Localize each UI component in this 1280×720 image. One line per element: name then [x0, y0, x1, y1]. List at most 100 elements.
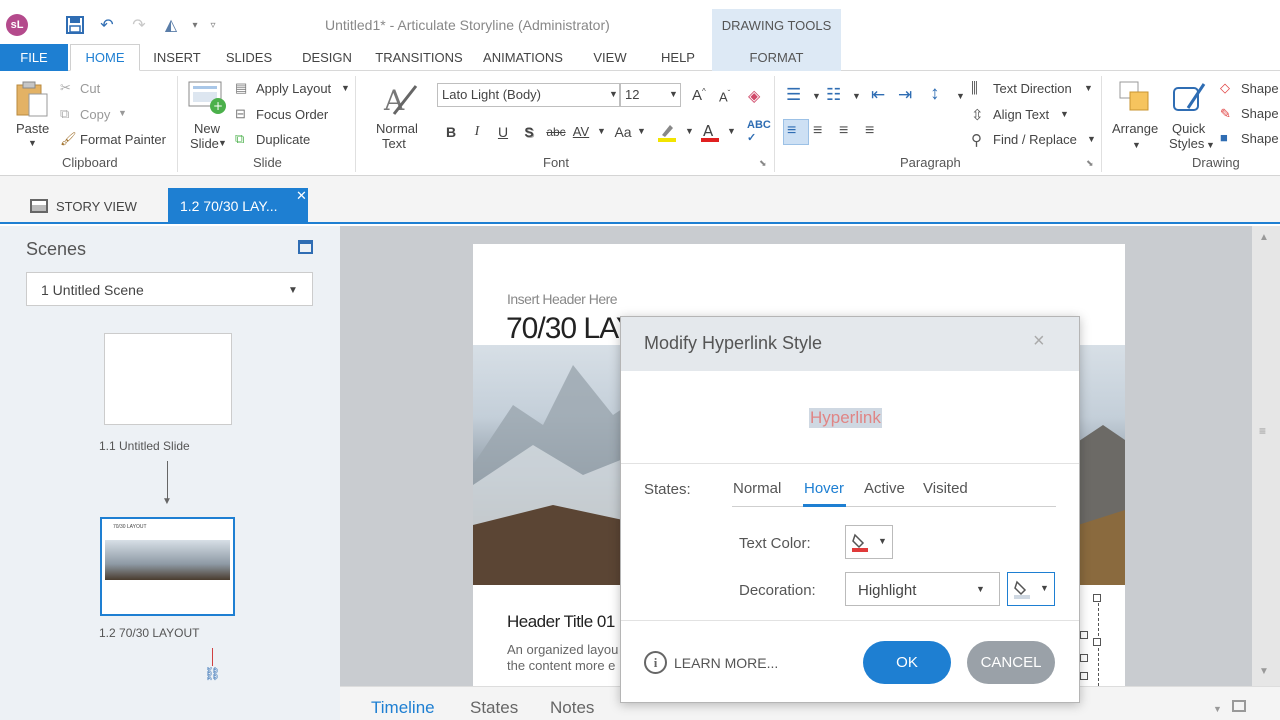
copy-button[interactable]: Copy: [80, 107, 110, 122]
apply-layout-dropdown-icon[interactable]: ▼: [341, 83, 350, 93]
align-right-icon[interactable]: ≡: [839, 122, 848, 140]
highlight-dropdown-icon[interactable]: ▼: [685, 126, 694, 136]
save-icon[interactable]: [64, 14, 86, 36]
decoration-dropdown-icon[interactable]: ▼: [976, 584, 985, 594]
bullets-dropdown-icon[interactable]: ▼: [812, 91, 821, 101]
resize-handle[interactable]: [1080, 631, 1088, 639]
duplicate-button[interactable]: Duplicate: [256, 132, 310, 147]
shape-fill-button[interactable]: Shape: [1241, 81, 1279, 96]
tab-file[interactable]: FILE: [0, 44, 68, 71]
find-replace-button[interactable]: Find / Replace: [993, 132, 1077, 147]
font-color-dropdown-icon[interactable]: ▼: [727, 126, 736, 136]
shape-effects-icon[interactable]: ■: [1220, 130, 1228, 145]
underline-button[interactable]: U: [492, 121, 514, 143]
line-spacing-icon[interactable]: ↕: [930, 83, 940, 105]
resize-handle[interactable]: [1093, 594, 1101, 602]
redo-icon[interactable]: ↷: [128, 14, 150, 36]
case-dropdown-icon[interactable]: ▼: [637, 126, 646, 136]
bold-button[interactable]: B: [440, 121, 462, 143]
ok-button[interactable]: OK: [863, 641, 951, 684]
font-dialog-launcher-icon[interactable]: ⬊: [759, 158, 767, 169]
slide-body-line-2[interactable]: the content more e: [507, 658, 615, 673]
tab-view[interactable]: VIEW: [590, 44, 630, 71]
font-size-dropdown-icon[interactable]: ▼: [669, 89, 678, 99]
increase-indent-icon[interactable]: ⇥: [898, 85, 912, 105]
link-icon[interactable]: ⛓: [204, 666, 221, 682]
font-color-icon[interactable]: A: [699, 121, 721, 143]
close-tab-icon[interactable]: ✕: [296, 188, 307, 204]
align-text-icon[interactable]: ⇳: [971, 106, 984, 124]
strikethrough-button[interactable]: abc: [543, 121, 569, 143]
arrange-icon[interactable]: [1118, 80, 1152, 116]
customize-qat-icon[interactable]: ▿: [202, 14, 224, 36]
quick-styles-icon[interactable]: [1172, 80, 1208, 116]
line-spacing-dropdown-icon[interactable]: ▼: [956, 91, 965, 101]
tab-help[interactable]: HELP: [658, 44, 698, 71]
focus-order-button[interactable]: Focus Order: [256, 107, 328, 122]
quick-styles-label-2[interactable]: Styles: [1169, 136, 1204, 151]
align-center-icon[interactable]: ≡: [813, 122, 822, 140]
copy-dropdown-icon[interactable]: ▼: [118, 108, 127, 118]
slide-thumbnail-2[interactable]: 70/30 LAYOUT: [100, 517, 235, 616]
cut-icon[interactable]: ✂: [60, 80, 71, 96]
state-tab-active[interactable]: Active: [864, 480, 905, 497]
clear-formatting-icon[interactable]: ◈: [748, 86, 760, 106]
scene-select[interactable]: 1 Untitled Scene: [26, 272, 313, 306]
arrange-button[interactable]: Arrange: [1112, 121, 1158, 136]
resize-handle[interactable]: [1093, 638, 1101, 646]
numbering-dropdown-icon[interactable]: ▼: [852, 91, 861, 101]
format-painter-button[interactable]: Format Painter: [80, 132, 166, 147]
shape-outline-icon[interactable]: ✎: [1220, 106, 1231, 122]
focus-order-icon[interactable]: ⊟: [235, 106, 246, 122]
slide-body-line-1[interactable]: An organized layou: [507, 642, 618, 657]
italic-button[interactable]: I: [466, 121, 488, 143]
shape-fill-icon[interactable]: ◇: [1220, 80, 1230, 96]
arrange-dropdown-icon[interactable]: ▼: [1132, 140, 1141, 150]
slide-header-title[interactable]: Header Title 01: [507, 612, 615, 632]
tab-states[interactable]: States: [470, 698, 518, 718]
slide-thumbnail-1[interactable]: [104, 333, 232, 425]
normal-text-label-2[interactable]: Text: [382, 136, 406, 151]
tab-story-view[interactable]: STORY VIEW: [30, 190, 137, 222]
text-direction-icon[interactable]: ⫼: [971, 80, 978, 97]
resize-handle[interactable]: [1080, 654, 1088, 662]
align-text-dropdown-icon[interactable]: ▼: [1060, 109, 1069, 119]
new-slide-label-2[interactable]: Slide: [190, 136, 219, 151]
shape-outline-button[interactable]: Shape: [1241, 106, 1279, 121]
apply-layout-icon[interactable]: ▤: [235, 80, 247, 96]
tab-insert[interactable]: INSERT: [150, 44, 204, 71]
spacing-dropdown-icon[interactable]: ▼: [597, 126, 606, 136]
tab-slides[interactable]: SLIDES: [222, 44, 276, 71]
paste-button[interactable]: Paste: [16, 121, 49, 136]
numbering-icon[interactable]: ☷: [826, 85, 841, 105]
scroll-thumb-icon[interactable]: ≡: [1259, 424, 1266, 438]
font-name-select[interactable]: Lato Light (Body): [437, 83, 620, 107]
format-painter-icon[interactable]: 🖌: [60, 131, 77, 147]
tab-slide-layout[interactable]: 1.2 70/30 LAY...: [168, 188, 308, 224]
new-slide-label[interactable]: New: [194, 121, 220, 136]
scroll-down-icon[interactable]: ▼: [1259, 666, 1269, 677]
new-slide-icon[interactable]: +: [188, 80, 226, 116]
cancel-button[interactable]: CANCEL: [967, 641, 1055, 684]
undo-icon[interactable]: ↶: [96, 14, 118, 36]
vertical-scrollbar[interactable]: [1252, 226, 1280, 686]
dialog-close-icon[interactable]: ×: [1033, 330, 1045, 353]
highlight-color-icon[interactable]: [656, 121, 678, 143]
state-tab-hover[interactable]: Hover: [804, 480, 844, 497]
tab-home[interactable]: HOME: [70, 44, 140, 71]
spell-check-icon[interactable]: ABC ✓: [747, 119, 771, 144]
decoration-color-picker[interactable]: ▼: [1007, 572, 1055, 606]
paste-icon[interactable]: [15, 80, 49, 118]
scroll-up-icon[interactable]: ▲: [1259, 232, 1269, 243]
text-shadow-button[interactable]: S: [518, 121, 540, 143]
cut-button[interactable]: Cut: [80, 81, 100, 96]
shrink-font-button[interactable]: Aˇ: [719, 89, 730, 104]
tab-design[interactable]: DESIGN: [298, 44, 356, 71]
tab-notes[interactable]: Notes: [550, 698, 594, 718]
paste-dropdown-icon[interactable]: ▼: [28, 138, 37, 148]
tab-timeline[interactable]: Timeline: [371, 698, 435, 718]
scenes-popout-icon[interactable]: [298, 240, 313, 254]
quick-styles-dropdown-icon[interactable]: ▼: [1206, 140, 1215, 150]
shape-effects-button[interactable]: Shape: [1241, 131, 1279, 146]
grow-font-button[interactable]: A^: [692, 87, 706, 104]
